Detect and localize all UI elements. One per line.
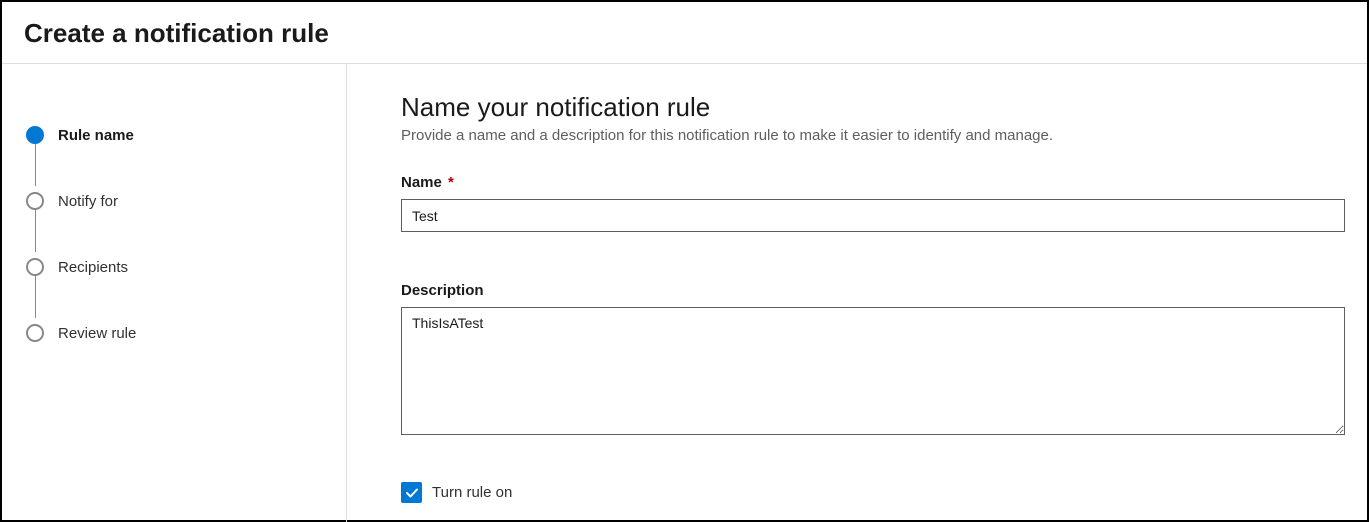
turn-rule-on-row: Turn rule on	[401, 482, 1345, 503]
step-rule-name[interactable]: Rule name	[26, 102, 346, 168]
content-area: Rule name Notify for Recipients Review r…	[2, 64, 1367, 522]
section-description: Provide a name and a description for thi…	[401, 127, 1345, 144]
step-indicator-icon	[26, 258, 44, 276]
step-indicator-icon	[26, 192, 44, 210]
name-label-text: Name	[401, 174, 442, 191]
description-input[interactable]: <span></span>	[401, 307, 1345, 435]
step-connector	[35, 210, 36, 252]
description-field-group: Description <span></span>	[401, 282, 1345, 440]
turn-rule-on-label: Turn rule on	[432, 484, 512, 501]
name-field-group: Name *	[401, 174, 1345, 232]
step-connector	[35, 276, 36, 318]
step-label: Review rule	[58, 325, 136, 342]
main-panel: Name your notification rule Provide a na…	[347, 64, 1367, 522]
step-label: Rule name	[58, 127, 134, 144]
step-label: Recipients	[58, 259, 128, 276]
step-review-rule[interactable]: Review rule	[26, 300, 346, 366]
wizard-sidebar: Rule name Notify for Recipients Review r…	[2, 64, 347, 522]
turn-rule-on-checkbox[interactable]	[401, 482, 422, 503]
page-header: Create a notification rule	[2, 2, 1367, 64]
checkmark-icon	[405, 486, 419, 500]
step-indicator-icon	[26, 324, 44, 342]
steps-list: Rule name Notify for Recipients Review r…	[26, 102, 346, 366]
name-input[interactable]	[401, 199, 1345, 232]
section-title: Name your notification rule	[401, 92, 1345, 123]
name-label: Name *	[401, 174, 1345, 191]
step-label: Notify for	[58, 193, 118, 210]
step-connector	[35, 144, 36, 186]
step-recipients[interactable]: Recipients	[26, 234, 346, 300]
required-mark: *	[448, 174, 454, 191]
step-notify-for[interactable]: Notify for	[26, 168, 346, 234]
description-label: Description	[401, 282, 1345, 299]
step-indicator-icon	[26, 126, 44, 144]
page-title: Create a notification rule	[24, 18, 1345, 49]
